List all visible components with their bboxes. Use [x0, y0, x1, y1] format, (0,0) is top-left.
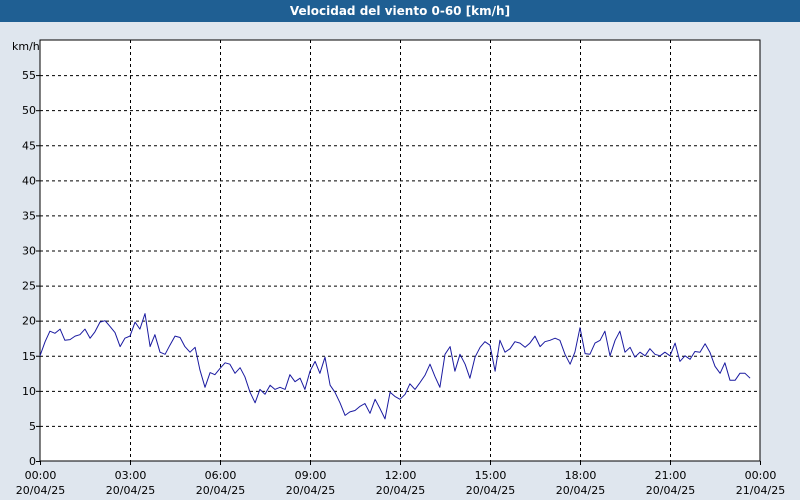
x-tick-time-label: 12:00	[385, 469, 417, 482]
x-tick-date-label: 20/04/25	[16, 484, 65, 497]
y-tick-label: 25	[22, 280, 36, 293]
x-tick-date-label: 20/04/25	[466, 484, 515, 497]
x-tick-time-label: 06:00	[205, 469, 237, 482]
y-tick-label: 10	[22, 385, 36, 398]
x-tick-date-label: 20/04/25	[376, 484, 425, 497]
x-axis: 00:00 20/04/25 03:00 20/04/25 06:00 20/04/25 0…	[16, 461, 785, 497]
x-tick-date-label: 20/04/25	[106, 484, 155, 497]
y-tick-label: 40	[22, 174, 36, 187]
y-tick-label: 30	[22, 245, 36, 258]
x-tick-time-label: 15:00	[475, 469, 507, 482]
x-tick-time-label: 00:00	[25, 469, 57, 482]
x-tick-time-label: 03:00	[115, 469, 147, 482]
x-tick-time-label: 00:00	[745, 469, 777, 482]
x-tick-date-label: 21/04/25	[736, 484, 785, 497]
y-tick-label: 55	[22, 69, 36, 82]
x-tick-time-label: 09:00	[295, 469, 327, 482]
y-tick-label: 35	[22, 209, 36, 222]
x-tick-date-label: 20/04/25	[286, 484, 335, 497]
y-axis-label: km/h	[12, 40, 40, 53]
wind-speed-chart: 0 5 10 15 20 25 30 35 40 45 50 55 00:00 20/04/25 03:0…	[12, 39, 785, 497]
y-tick-label: 15	[22, 350, 36, 363]
chart-window: Velocidad del viento 0-60 [km/h] 0 5 10 15 2…	[0, 0, 800, 500]
x-tick-time-label: 21:00	[655, 469, 687, 482]
x-tick-date-label: 20/04/25	[646, 484, 695, 497]
y-tick-label: 0	[29, 455, 36, 468]
y-tick-label: 20	[22, 315, 36, 328]
x-tick-date-label: 20/04/25	[556, 484, 605, 497]
y-tick-label: 50	[22, 104, 36, 117]
x-tick-date-label: 20/04/25	[196, 484, 245, 497]
y-axis: 0 5 10 15 20 25 30 35 40 45 50 55	[22, 69, 40, 468]
x-tick-time-label: 18:00	[565, 469, 597, 482]
y-tick-label: 5	[29, 420, 36, 433]
y-tick-label: 45	[22, 139, 36, 152]
